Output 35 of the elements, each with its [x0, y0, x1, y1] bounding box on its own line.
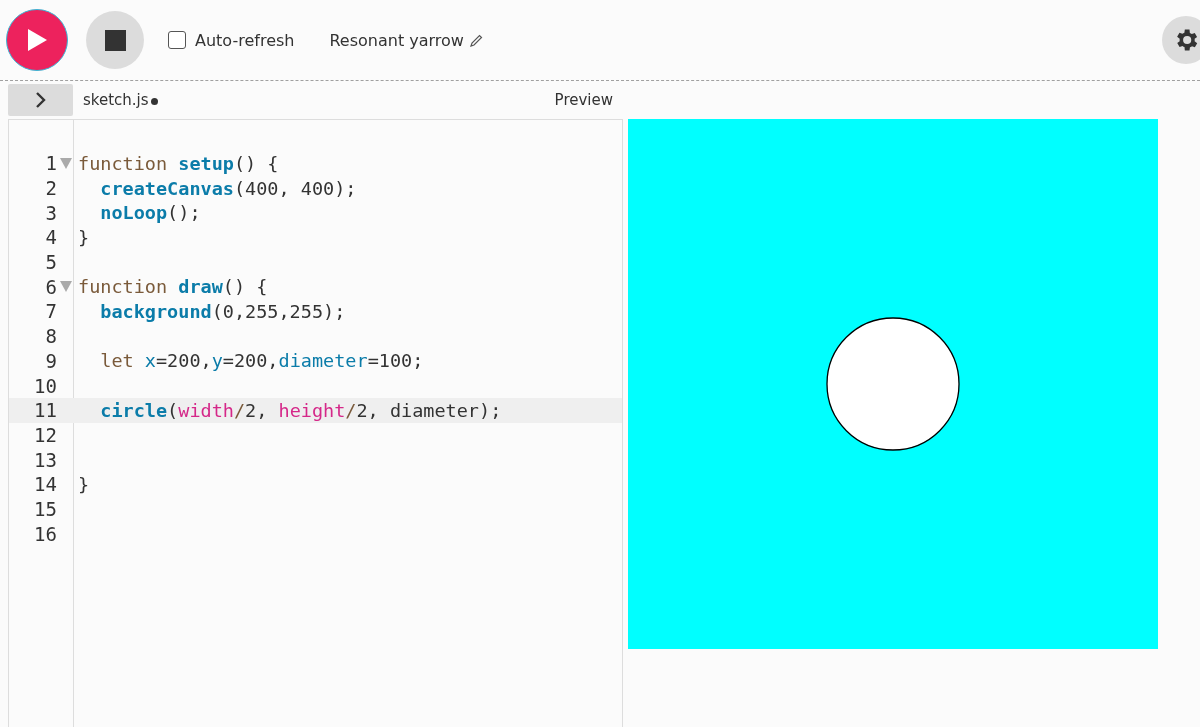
line-number: 7 [44, 300, 57, 323]
line-number: 13 [33, 448, 57, 471]
chevron-right-icon [34, 91, 47, 109]
play-icon [26, 28, 48, 52]
line-number: 1 [44, 152, 57, 175]
line-number: 3 [44, 201, 57, 224]
code-line: } [78, 473, 90, 495]
stop-icon [104, 29, 126, 51]
auto-refresh-label: Auto-refresh [195, 30, 295, 50]
line-number: 14 [33, 473, 57, 496]
code-line: background(0,255,255); [99, 300, 346, 322]
line-number: 8 [44, 325, 57, 348]
code-line: createCanvas(400, 400); [99, 177, 357, 199]
auto-refresh-checkbox[interactable] [168, 31, 186, 49]
line-number: 16 [33, 522, 57, 545]
line-number: 9 [44, 349, 57, 372]
line-number: 2 [44, 177, 57, 200]
code-line: noLoop(); [99, 202, 201, 224]
line-number: 10 [33, 374, 57, 397]
line-number: 12 [33, 423, 57, 446]
pencil-icon[interactable] [469, 33, 483, 47]
code-line: circle(width/2, height/2, diameter); [99, 399, 502, 421]
line-number: 11 [33, 399, 57, 422]
file-tab[interactable]: sketch.js [83, 91, 149, 109]
project-name[interactable]: Resonant yarrow [329, 30, 464, 50]
code-line: function setup() { [78, 152, 279, 174]
code-line: } [78, 226, 90, 248]
code-line: function draw() { [78, 276, 268, 298]
settings-button[interactable] [1162, 16, 1200, 64]
line-number: 4 [44, 226, 57, 249]
preview-label: Preview [554, 91, 613, 109]
line-number: 6 [44, 275, 57, 298]
line-number: 15 [33, 497, 57, 520]
code-line: let x=200,y=200,diameter=100; [99, 350, 424, 372]
line-number: 5 [44, 251, 57, 274]
